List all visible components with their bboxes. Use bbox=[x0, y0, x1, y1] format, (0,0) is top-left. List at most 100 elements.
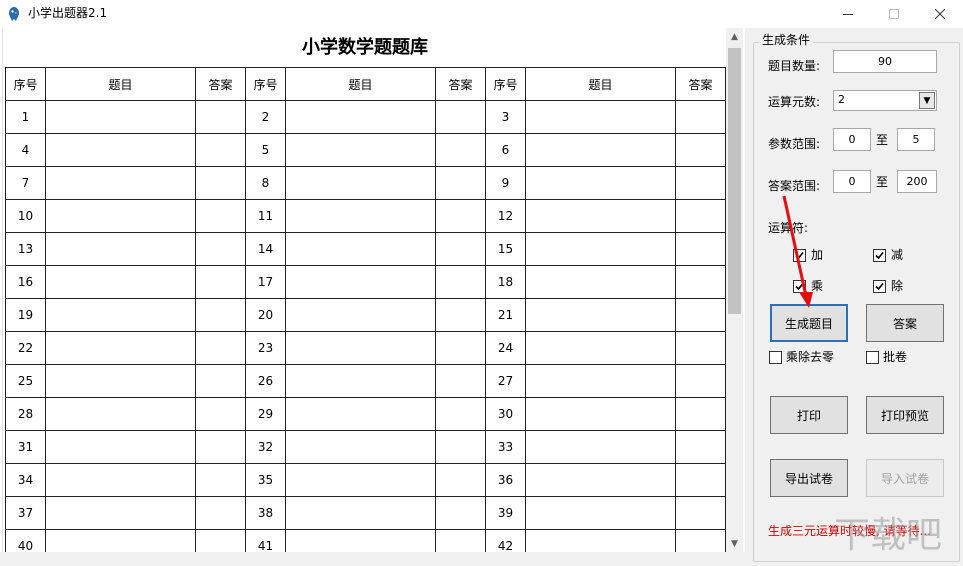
question-cell bbox=[285, 133, 436, 167]
question-cell bbox=[45, 397, 196, 431]
answer-cell bbox=[195, 397, 246, 431]
question-number-cell: 41 bbox=[245, 529, 286, 552]
answer-cell bbox=[435, 529, 486, 552]
question-number-cell: 40 bbox=[5, 529, 46, 552]
table-row: 40 41 42 bbox=[5, 529, 726, 552]
answer-cell bbox=[675, 298, 726, 332]
remove-zero-checkbox[interactable] bbox=[769, 351, 782, 364]
answer-min-input[interactable]: 0 bbox=[833, 170, 871, 193]
question-cell bbox=[525, 430, 676, 464]
answer-cell bbox=[195, 232, 246, 266]
add-checkbox[interactable] bbox=[793, 249, 806, 262]
operand-label: 运算元数: bbox=[768, 95, 821, 109]
operand-select[interactable]: 2 ▼ bbox=[833, 90, 937, 111]
answer-cell bbox=[195, 430, 246, 464]
answer-cell bbox=[435, 397, 486, 431]
question-number-cell: 12 bbox=[485, 199, 526, 233]
sheet-title: 小学数学题题库 bbox=[302, 37, 428, 58]
answer-max-input[interactable]: 200 bbox=[897, 170, 937, 193]
param-max-input[interactable]: 5 bbox=[897, 128, 935, 151]
question-number-cell: 35 bbox=[245, 463, 286, 497]
export-paper-button[interactable]: 导出试卷 bbox=[770, 459, 848, 497]
sub-checkbox[interactable] bbox=[873, 249, 886, 262]
grade-label: 批卷 bbox=[883, 350, 908, 364]
question-number-cell: 23 bbox=[245, 331, 286, 365]
count-input[interactable]: 90 bbox=[833, 50, 937, 73]
print-button[interactable]: 打印 bbox=[770, 396, 848, 434]
question-cell bbox=[525, 397, 676, 431]
question-cell bbox=[45, 232, 196, 266]
question-cell bbox=[45, 298, 196, 332]
minimize-button[interactable] bbox=[825, 0, 871, 28]
table-row: 13 14 15 bbox=[5, 232, 726, 266]
question-number-cell: 27 bbox=[485, 364, 526, 398]
question-number-cell: 18 bbox=[485, 265, 526, 299]
question-cell bbox=[285, 199, 436, 233]
question-number-cell: 37 bbox=[5, 496, 46, 530]
answer-button[interactable]: 答案 bbox=[866, 304, 944, 342]
close-button[interactable] bbox=[917, 0, 963, 28]
question-cell bbox=[525, 265, 676, 299]
import-paper-button[interactable]: 导入试卷 bbox=[866, 459, 944, 497]
answer-cell bbox=[435, 232, 486, 266]
answer-cell bbox=[675, 133, 726, 167]
question-sheet: 小学数学题题库 序号 题目 答案 序号 题目 答案 序号 题目 答案 12345… bbox=[2, 28, 726, 552]
question-cell bbox=[45, 364, 196, 398]
mul-checkbox[interactable] bbox=[793, 280, 806, 293]
question-number-cell: 33 bbox=[485, 430, 526, 464]
header-seq: 序号 bbox=[485, 67, 526, 101]
group-title: 生成条件 bbox=[759, 33, 814, 47]
answer-cell bbox=[195, 496, 246, 530]
div-checkbox[interactable] bbox=[873, 280, 886, 293]
maximize-button[interactable] bbox=[871, 0, 917, 28]
question-cell bbox=[45, 133, 196, 167]
question-cell bbox=[525, 364, 676, 398]
question-number-cell: 20 bbox=[245, 298, 286, 332]
param-min-input[interactable]: 0 bbox=[833, 128, 871, 151]
generate-questions-button[interactable]: 生成题目 bbox=[770, 304, 848, 342]
question-cell bbox=[525, 166, 676, 200]
table-row: 34 35 36 bbox=[5, 463, 726, 497]
question-cell bbox=[45, 100, 196, 134]
question-number-cell: 17 bbox=[245, 265, 286, 299]
table-row: 22 23 24 bbox=[5, 331, 726, 365]
answer-cell bbox=[195, 331, 246, 365]
question-cell bbox=[525, 232, 676, 266]
answer-cell bbox=[675, 232, 726, 266]
answer-cell bbox=[435, 463, 486, 497]
question-number-cell: 9 bbox=[485, 166, 526, 200]
header-question: 题目 bbox=[525, 67, 676, 101]
answer-cell bbox=[435, 100, 486, 134]
question-cell bbox=[285, 430, 436, 464]
question-number-cell: 3 bbox=[485, 100, 526, 134]
question-number-cell: 21 bbox=[485, 298, 526, 332]
chevron-down-icon[interactable]: ▼ bbox=[919, 92, 935, 109]
answer-cell bbox=[435, 199, 486, 233]
question-cell bbox=[285, 496, 436, 530]
print-preview-button[interactable]: 打印预览 bbox=[866, 396, 944, 434]
question-cell bbox=[285, 166, 436, 200]
question-number-cell: 7 bbox=[5, 166, 46, 200]
scroll-down-icon[interactable]: ▼ bbox=[726, 535, 743, 552]
question-cell bbox=[285, 463, 436, 497]
question-cell bbox=[285, 100, 436, 134]
question-cell bbox=[45, 166, 196, 200]
answer-cell bbox=[195, 463, 246, 497]
question-number-cell: 34 bbox=[5, 463, 46, 497]
answer-cell bbox=[195, 199, 246, 233]
grade-checkbox[interactable] bbox=[866, 351, 879, 364]
question-number-cell: 6 bbox=[485, 133, 526, 167]
scroll-up-icon[interactable]: ▲ bbox=[726, 28, 743, 45]
question-number-cell: 28 bbox=[5, 397, 46, 431]
question-number-cell: 30 bbox=[485, 397, 526, 431]
answer-cell bbox=[435, 331, 486, 365]
close-icon bbox=[935, 9, 945, 19]
answer-to-label: 至 bbox=[876, 175, 889, 189]
question-number-cell: 4 bbox=[5, 133, 46, 167]
question-number-cell: 14 bbox=[245, 232, 286, 266]
question-number-cell: 29 bbox=[245, 397, 286, 431]
scroll-thumb[interactable] bbox=[728, 48, 741, 314]
settings-panel: 生成条件 题目数量: 90 运算元数: 2 ▼ 参数范围: 0 至 5 答案范围… bbox=[745, 28, 963, 566]
answer-cell bbox=[675, 529, 726, 552]
vertical-scrollbar[interactable]: ▲ ▼ bbox=[726, 28, 743, 552]
